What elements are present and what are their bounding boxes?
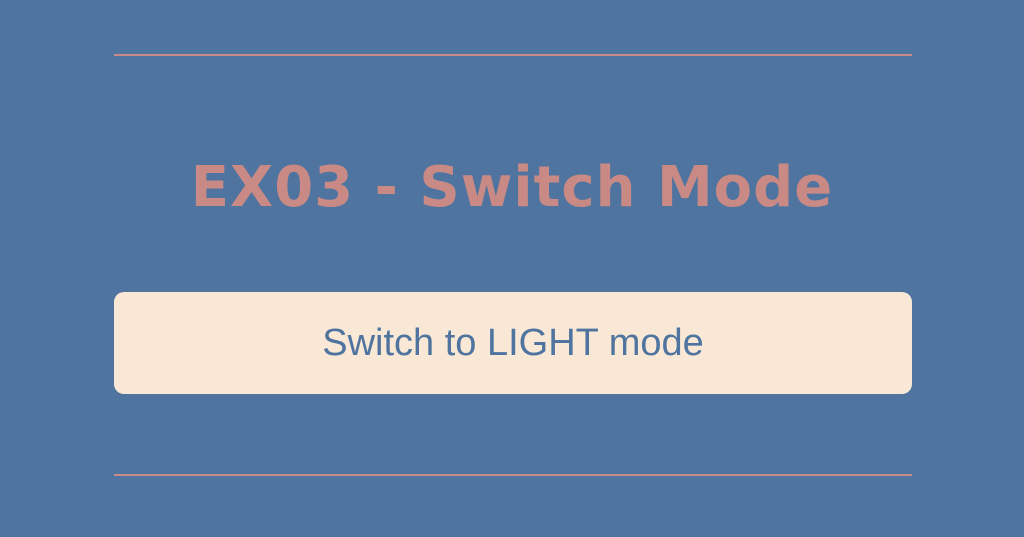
top-divider [114, 54, 912, 56]
bottom-divider [114, 474, 912, 476]
page-title: EX03 - Switch Mode [190, 155, 834, 220]
switch-mode-button[interactable]: Switch to LIGHT mode [114, 292, 912, 394]
